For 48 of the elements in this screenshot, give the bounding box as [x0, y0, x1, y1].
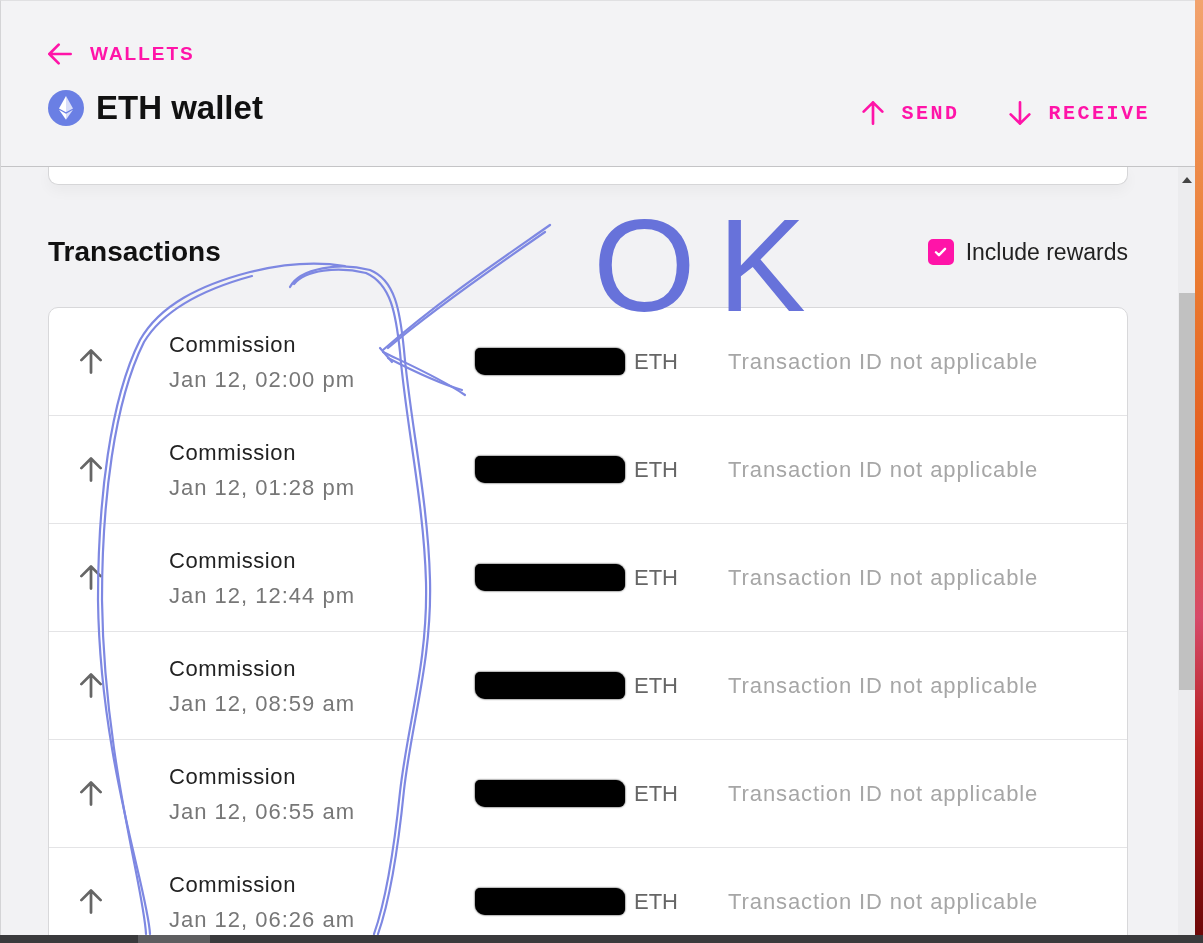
transaction-type: Commission: [169, 762, 297, 791]
currency-label: ETH: [634, 564, 678, 591]
up-arrow-icon: [80, 457, 102, 482]
send-button[interactable]: SEND: [862, 95, 960, 131]
ethereum-coin-icon: [48, 90, 84, 126]
transaction-id: Transaction ID not applicable: [728, 780, 1039, 807]
down-arrow-icon: [1009, 101, 1032, 125]
horizontal-scrollbar[interactable]: [0, 935, 1203, 943]
currency-label: ETH: [634, 780, 678, 807]
scroll-up-icon[interactable]: [1181, 177, 1192, 183]
back-link[interactable]: WALLETS: [48, 36, 263, 72]
transaction-id: Transaction ID not applicable: [728, 564, 1039, 591]
back-arrow-icon: [48, 43, 72, 65]
receive-button[interactable]: RECEIVE: [1009, 95, 1150, 131]
transaction-date: Jan 12, 06:55 am: [169, 797, 355, 826]
up-arrow-icon: [80, 673, 102, 698]
check-icon: [934, 247, 948, 257]
transaction-id: Transaction ID not applicable: [728, 348, 1039, 375]
section-title: Transactions: [48, 236, 221, 268]
scrollbar[interactable]: [1178, 167, 1195, 935]
scrollbar-thumb[interactable]: [138, 935, 210, 943]
handwritten-note: OK: [593, 200, 828, 332]
wallet-title: ETH wallet: [96, 90, 263, 126]
transaction-date: Jan 12, 02:00 pm: [169, 365, 355, 394]
transaction-date: Jan 12, 08:59 am: [169, 689, 355, 718]
transaction-id: Transaction ID not applicable: [728, 456, 1039, 483]
transaction-id: Transaction ID not applicable: [728, 888, 1039, 915]
transaction-type: Commission: [169, 870, 297, 899]
transaction-type: Commission: [169, 438, 297, 467]
up-arrow-icon: [80, 565, 102, 590]
transaction-id: Transaction ID not applicable: [728, 672, 1039, 699]
up-arrow-icon: [80, 349, 102, 374]
transaction-date: Jan 12, 12:44 pm: [169, 581, 355, 610]
currency-label: ETH: [634, 456, 678, 483]
transaction-date: Jan 12, 01:28 pm: [169, 473, 355, 502]
currency-label: ETH: [634, 348, 678, 375]
transaction-type: Commission: [169, 546, 297, 575]
scrollbar-thumb[interactable]: [1178, 293, 1195, 690]
checkbox-label[interactable]: Include rewards: [965, 238, 1128, 266]
include-rewards-checkbox[interactable]: [927, 239, 954, 265]
up-arrow-icon: [80, 889, 102, 914]
currency-label: ETH: [634, 672, 678, 699]
currency-label: ETH: [634, 888, 678, 915]
transaction-type: Commission: [169, 330, 297, 359]
up-arrow-icon: [862, 101, 885, 125]
up-arrow-icon: [80, 781, 102, 806]
transaction-type: Commission: [169, 654, 297, 683]
transaction-date: Jan 12, 06:26 am: [169, 905, 355, 934]
